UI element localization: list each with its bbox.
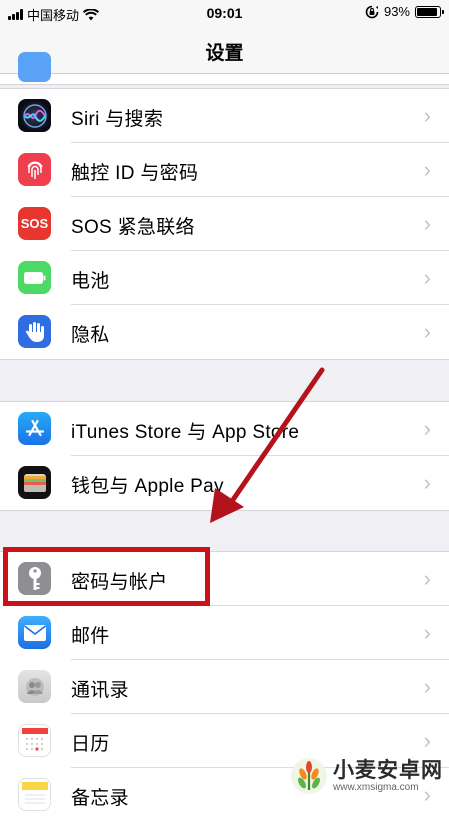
row-privacy[interactable]: 隐私 ›: [0, 305, 449, 359]
hand-icon: [18, 315, 51, 348]
page-title: 设置: [205, 43, 244, 64]
row-contacts[interactable]: 通讯录 ›: [0, 660, 449, 714]
battery-percent: 93%: [383, 4, 410, 19]
row-emergency-sos[interactable]: SOS SOS 紧急联络 ›: [0, 197, 449, 251]
row-label: SOS 紧急联络: [71, 217, 195, 238]
row-label: 触控 ID 与密码: [71, 163, 199, 184]
highlight-box: [3, 547, 210, 606]
watermark: 小麦安卓网 www.xmsigma.com: [289, 756, 443, 796]
partial-row-above: [0, 52, 449, 85]
row-label: 日历: [71, 734, 110, 755]
status-right: 93%: [365, 4, 444, 19]
row-label: 电池: [71, 271, 110, 292]
settings-group-1: Siri 与搜索 › 触控 ID 与密码 › SOS SOS 紧急联络 › 电池…: [0, 88, 449, 360]
navigation-bar: 设置: [0, 26, 449, 74]
battery-icon: [18, 261, 51, 294]
fingerprint-icon: [18, 153, 51, 186]
settings-group-2: iTunes Store 与 App Store › 钱包与 Apple Pay…: [0, 401, 449, 511]
chevron-right-icon: ›: [423, 674, 431, 699]
row-battery[interactable]: 电池 ›: [0, 251, 449, 305]
watermark-logo-icon: [291, 758, 327, 794]
rotation-lock-icon: [365, 5, 379, 18]
contacts-icon: [18, 670, 51, 703]
row-label: iTunes Store 与 App Store: [71, 422, 300, 443]
row-label: 钱包与 Apple Pay: [71, 476, 224, 497]
chevron-right-icon: ›: [423, 211, 431, 236]
chevron-right-icon: ›: [423, 470, 431, 495]
chevron-right-icon: ›: [423, 620, 431, 645]
notes-icon: [18, 778, 51, 811]
row-label: 邮件: [71, 626, 110, 647]
row-siri-search[interactable]: Siri 与搜索 ›: [0, 89, 449, 143]
row-label: 通讯录: [71, 680, 129, 701]
row-label: Siri 与搜索: [71, 109, 164, 130]
wallet-icon: [18, 466, 51, 499]
status-bar: 中国移动 09:01 93%: [0, 0, 449, 26]
row-touch-id-passcode[interactable]: 触控 ID 与密码 ›: [0, 143, 449, 197]
chevron-right-icon: ›: [423, 566, 431, 591]
row-itunes-app-store[interactable]: iTunes Store 与 App Store ›: [0, 402, 449, 456]
row-mail[interactable]: 邮件 ›: [0, 606, 449, 660]
chevron-right-icon: ›: [423, 319, 431, 344]
calendar-icon: [18, 724, 51, 757]
partial-icon: [18, 52, 51, 82]
mail-icon: [18, 616, 51, 649]
app-store-icon: [18, 412, 51, 445]
row-label: 隐私: [71, 325, 110, 346]
row-wallet-apple-pay[interactable]: 钱包与 Apple Pay ›: [0, 456, 449, 510]
chevron-right-icon: ›: [423, 157, 431, 182]
chevron-right-icon: ›: [423, 103, 431, 128]
battery-status-icon: [415, 5, 444, 18]
sos-icon: SOS: [18, 207, 51, 240]
watermark-title: 小麦安卓网: [333, 758, 443, 782]
siri-icon: [18, 99, 51, 132]
watermark-url: www.xmsigma.com: [333, 781, 419, 793]
row-label: 备忘录: [71, 788, 129, 809]
chevron-right-icon: ›: [423, 265, 431, 290]
chevron-right-icon: ›: [423, 728, 431, 753]
chevron-right-icon: ›: [423, 416, 431, 441]
